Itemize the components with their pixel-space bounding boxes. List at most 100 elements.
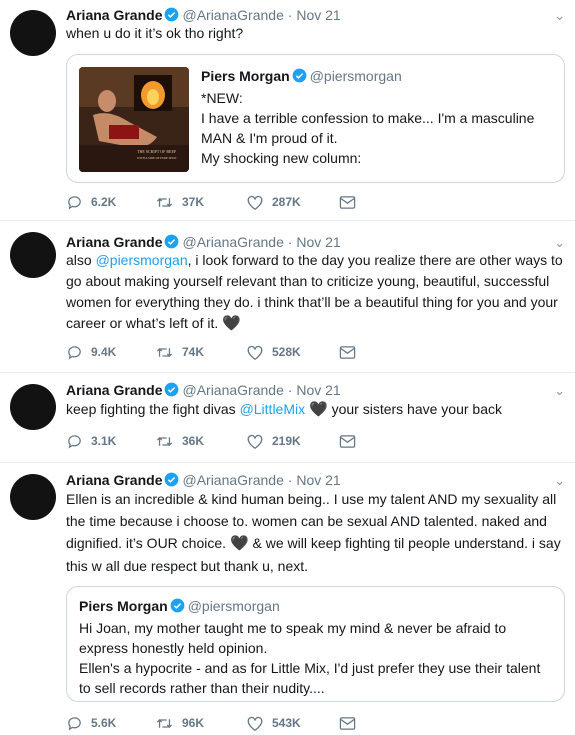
reply-button[interactable]: 5.6K: [66, 715, 119, 732]
text-line: go about making yourself relevant than t…: [66, 273, 550, 289]
avatar[interactable]: [10, 384, 56, 430]
like-button[interactable]: 528K: [246, 344, 301, 361]
tweet-header: Ariana Grande @ArianaGrande · Nov 21: [66, 6, 341, 24]
envelope-icon: [339, 345, 355, 359]
quoted-text-line: MAN & I'm proud of it.: [201, 130, 338, 146]
reply-count: 3.1K: [91, 434, 117, 448]
quoted-tweet-header: Piers Morgan @piersmorgan: [201, 68, 402, 84]
tweet-text: Ellen is an incredible & kind human bein…: [66, 488, 566, 577]
quoted-author-handle: @piersmorgan: [187, 598, 280, 614]
reply-icon: [68, 434, 81, 448]
direct-message-button[interactable]: [339, 434, 364, 449]
tweet[interactable]: Ariana Grande @ArianaGrande · Nov 21 ⌄ El…: [0, 462, 575, 735]
text-line: the time because i choose to. women can …: [66, 513, 547, 529]
tweet-header: Ariana Grande @ArianaGrande · Nov 21: [66, 233, 341, 251]
tweet[interactable]: Ariana Grande @ArianaGrande · Nov 21 ⌄ wh…: [0, 0, 575, 221]
chevron-down-icon[interactable]: ⌄: [554, 235, 565, 251]
direct-message-button[interactable]: [339, 345, 364, 360]
tweet[interactable]: Ariana Grande @ArianaGrande · Nov 21 ⌄ al…: [0, 220, 575, 373]
reply-icon: [68, 345, 81, 359]
quoted-author-handle: @piersmorgan: [309, 68, 402, 84]
quoted-tweet-thumbnail: THE SCRIPT OF BEEF WITH A SIDE OF PURE S…: [79, 67, 189, 172]
chevron-down-icon[interactable]: ⌄: [554, 383, 565, 399]
magazine-cover-image: THE SCRIPT OF BEEF WITH A SIDE OF PURE S…: [79, 67, 189, 172]
verified-badge-icon: [165, 472, 179, 487]
direct-message-button[interactable]: [339, 716, 364, 731]
quoted-author-name: Piers Morgan: [79, 598, 168, 614]
quoted-text-line: I have a terrible confession to make... …: [201, 110, 535, 126]
chevron-down-icon[interactable]: ⌄: [554, 8, 565, 24]
avatar[interactable]: [10, 10, 56, 56]
retweet-count: 74K: [182, 345, 205, 359]
retweet-button[interactable]: 74K: [155, 344, 210, 361]
quoted-tweet-header: Piers Morgan @piersmorgan: [79, 598, 280, 614]
envelope-icon: [339, 716, 355, 730]
retweet-count: 36K: [182, 434, 205, 448]
reply-button[interactable]: 9.4K: [66, 344, 119, 361]
author-handle[interactable]: @ArianaGrande: [182, 472, 283, 488]
like-count: 528K: [272, 345, 301, 359]
retweet-button[interactable]: 36K: [155, 433, 210, 450]
author-name[interactable]: Ariana Grande: [66, 234, 162, 250]
tweet-header: Ariana Grande @ArianaGrande · Nov 21: [66, 381, 341, 399]
verified-badge-icon: [170, 598, 185, 613]
black-heart-emoji: 🖤: [309, 401, 328, 418]
mention-link[interactable]: @piersmorgan: [96, 252, 188, 268]
direct-message-button[interactable]: [339, 195, 364, 210]
text-segment: & we will keep fighting til people under…: [248, 535, 561, 551]
quoted-text-line: express honestly held opinion.: [79, 640, 268, 656]
tweet-actions: 6.2K 37K 287K: [66, 192, 400, 212]
like-button[interactable]: 219K: [246, 433, 301, 450]
like-count: 287K: [272, 195, 301, 209]
tweet-header: Ariana Grande @ArianaGrande · Nov 21: [66, 471, 341, 489]
text-line: this w all due respect but thank u, next…: [66, 558, 309, 574]
retweet-icon: [156, 436, 173, 446]
author-name[interactable]: Ariana Grande: [66, 472, 162, 488]
text-segment: also: [66, 252, 96, 268]
tweet-date[interactable]: Nov 21: [296, 472, 340, 488]
envelope-icon: [339, 195, 355, 209]
author-handle[interactable]: @ArianaGrande: [182, 7, 283, 23]
author-name[interactable]: Ariana Grande: [66, 382, 162, 398]
text-line: Ellen is an incredible & kind human bein…: [66, 491, 557, 507]
chevron-down-icon[interactable]: ⌄: [554, 473, 565, 489]
quoted-text-line: My shocking new column:: [201, 150, 362, 166]
cover-text-line: THE SCRIPT OF BEEF: [137, 149, 177, 154]
reply-button[interactable]: 6.2K: [66, 194, 119, 211]
quoted-tweet-text: *NEW: I have a terrible confession to ma…: [201, 88, 556, 168]
retweet-button[interactable]: 37K: [155, 194, 210, 211]
author-name[interactable]: Ariana Grande: [66, 7, 162, 23]
heart-outline-icon: [247, 345, 263, 360]
quoted-text-line: Hi Joan, my mother taught me to speak my…: [79, 620, 507, 636]
text-segment: dignified. it’s OUR choice.: [66, 535, 227, 551]
like-button[interactable]: 543K: [246, 715, 301, 732]
retweet-icon: [156, 197, 173, 207]
author-handle[interactable]: @ArianaGrande: [182, 234, 283, 250]
envelope-icon: [339, 434, 355, 448]
author-handle[interactable]: @ArianaGrande: [182, 382, 283, 398]
tweet[interactable]: Ariana Grande @ArianaGrande · Nov 21 ⌄ ke…: [0, 372, 575, 463]
avatar[interactable]: [10, 474, 56, 520]
quoted-tweet[interactable]: Piers Morgan @piersmorgan Hi Joan, my mot…: [66, 586, 565, 702]
text-segment: keep fighting the fight divas: [66, 401, 240, 417]
verified-badge-icon: [292, 68, 307, 83]
reply-icon: [68, 195, 81, 209]
quoted-tweet[interactable]: THE SCRIPT OF BEEF WITH A SIDE OF PURE S…: [66, 54, 565, 183]
mention-link[interactable]: @LittleMix: [240, 401, 306, 417]
tweet-date[interactable]: Nov 21: [296, 234, 340, 250]
retweet-icon: [156, 347, 173, 357]
like-count: 543K: [272, 716, 301, 730]
like-button[interactable]: 287K: [246, 194, 301, 211]
tweet-actions: 3.1K 36K 219K: [66, 431, 400, 451]
like-count: 219K: [272, 434, 301, 448]
tweet-date[interactable]: Nov 21: [296, 7, 340, 23]
text-line: women for everything they do. i think th…: [66, 294, 558, 310]
verified-badge-icon: [165, 382, 179, 397]
reply-button[interactable]: 3.1K: [66, 433, 119, 450]
separator-dot: ·: [287, 234, 293, 250]
avatar[interactable]: [10, 232, 56, 278]
tweet-date[interactable]: Nov 21: [296, 382, 340, 398]
retweet-button[interactable]: 96K: [155, 715, 210, 732]
tweet-text: also @piersmorgan, i look forward to the…: [66, 250, 566, 334]
tweet-actions: 9.4K 74K 528K: [66, 342, 400, 362]
